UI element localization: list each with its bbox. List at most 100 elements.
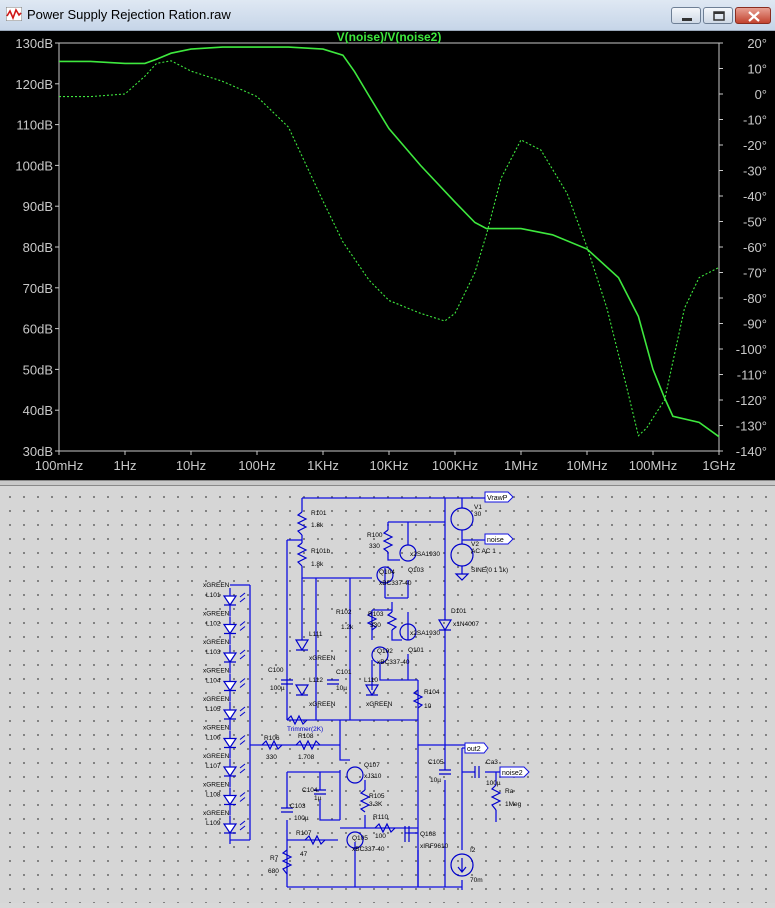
magnitude-trace[interactable] <box>59 47 719 437</box>
component-r105[interactable]: R1053.3K <box>369 793 385 808</box>
waveform-plot-pane[interactable]: V(noise)/V(noise2) 130dB120dB110dB100dB9… <box>0 31 775 480</box>
component-r101b[interactable]: R101b1.8k <box>311 548 331 568</box>
phase-trace[interactable] <box>59 61 719 436</box>
component-value: 330 <box>369 543 380 550</box>
component-i2[interactable]: I270m <box>470 847 483 884</box>
net-vrawp[interactable]: VrawP <box>487 495 508 502</box>
right-tick-label: 0° <box>755 87 767 102</box>
component-r103[interactable]: R103330 <box>368 611 384 629</box>
component-ref: C101 <box>336 669 352 676</box>
light-arrows-icon <box>240 679 245 688</box>
component-r102[interactable]: R1021.2k <box>336 609 354 631</box>
component-r107[interactable]: R10747 <box>296 830 312 858</box>
component-ca3[interactable]: Ca3 100µ <box>486 759 501 787</box>
x-axis[interactable]: 100mHz1Hz10Hz100Hz1KHz10KHz100KHz1MHz10M… <box>35 451 736 473</box>
window-titlebar[interactable]: Power Supply Rejection Ration.raw <box>0 0 775 31</box>
x-tick-label: 1MHz <box>504 458 538 473</box>
component-value: xBC337-40 <box>377 659 410 666</box>
component-q107[interactable]: Q107xJ310 <box>364 762 382 780</box>
maximize-button[interactable] <box>703 7 733 24</box>
bode-plot[interactable]: V(noise)/V(noise2) 130dB120dB110dB100dB9… <box>0 31 775 480</box>
light-arrows-icon <box>240 821 245 830</box>
component-value: 1.708 <box>298 754 315 761</box>
right-tick-label: -100° <box>736 342 767 357</box>
component-value: xBC337-40 <box>379 580 412 587</box>
led-value: xGREEN <box>203 668 230 675</box>
schematic-canvas[interactable]: xGREENL101xGREENL102xGREENL103xGREENL104… <box>0 486 775 903</box>
schematic-pane[interactable]: xGREENL101xGREENL102xGREENL103xGREENL104… <box>0 486 775 903</box>
component-q103[interactable]: Q103x2SA1930 <box>408 551 440 574</box>
led-icon <box>224 596 236 605</box>
right-tick-label: -10° <box>743 113 767 128</box>
component-ref: V1 <box>474 504 482 511</box>
led-l109[interactable]: xGREENL109 <box>203 810 245 844</box>
net-noise2[interactable]: noise2 <box>502 770 523 777</box>
component-value: xJ310 <box>364 773 382 780</box>
led-string[interactable]: xGREENL101xGREENL102xGREENL103xGREENL104… <box>203 582 245 844</box>
minimize-button[interactable] <box>671 7 701 24</box>
x-tick-label: 10Hz <box>176 458 206 473</box>
net-noise[interactable]: noise <box>487 537 504 544</box>
component-q108[interactable]: Q108xIRF9610 <box>420 831 449 850</box>
net-flags[interactable]: VrawP noise out2 noise2 <box>465 492 529 777</box>
component-l112[interactable]: L112xGREEN <box>309 677 336 708</box>
component-ref: R104 <box>424 689 440 696</box>
component-r7[interactable]: R7680 <box>268 855 279 875</box>
component-l111[interactable]: L111xGREEN <box>309 631 336 662</box>
right-tick-label: 20° <box>747 36 767 51</box>
right-axis[interactable]: 20°10°0°-10°-20°-30°-40°-50°-60°-70°-80°… <box>719 36 767 459</box>
component-value: xGREEN <box>309 655 336 662</box>
left-tick-label: 100dB <box>15 158 53 173</box>
component-ref: Ra <box>505 788 514 795</box>
component-v1[interactable]: V130 <box>474 504 482 518</box>
led-icon <box>224 710 236 719</box>
component-q104[interactable]: Q104xBC337-40 <box>379 569 412 587</box>
component-q101[interactable]: Q101x2SA1930 <box>408 630 440 654</box>
component-ref: Q103 <box>408 567 424 574</box>
component-value: 100µ <box>294 815 309 822</box>
plot-frame <box>59 43 719 451</box>
plot-traces <box>59 47 719 437</box>
component-q102[interactable]: Q102xBC337-40 <box>377 648 410 666</box>
component-ref: C100 <box>268 667 284 674</box>
component-value: 1.2k <box>341 624 354 631</box>
component-ref: L112 <box>309 677 323 684</box>
light-arrows-icon <box>240 593 245 602</box>
component-value: 70m <box>470 877 483 884</box>
led-ref: L105 <box>206 706 221 713</box>
close-icon <box>736 8 772 25</box>
component-r101[interactable]: R1011.8k <box>311 510 327 529</box>
component-value: xBC337-40 <box>352 846 385 853</box>
light-arrows-icon <box>240 736 245 745</box>
component-value: 10 <box>424 703 432 710</box>
left-axis[interactable]: 130dB120dB110dB100dB90dB80dB70dB60dB50dB… <box>15 36 59 459</box>
component-value: 1Meg <box>505 801 522 808</box>
trimmer-label[interactable]: Trimmer(2K) <box>287 726 323 733</box>
component-value: 47 <box>300 851 308 858</box>
component-l110[interactable]: L110xGREEN <box>364 677 393 708</box>
component-r104[interactable]: R104 10 <box>424 689 440 710</box>
left-tick-label: 130dB <box>15 36 53 51</box>
component-c104[interactable]: C1041µ <box>302 787 322 802</box>
net-out2[interactable]: out2 <box>467 746 481 753</box>
led-value: xGREEN <box>203 639 230 646</box>
light-arrows-icon <box>240 793 245 802</box>
component-value: 1.8k <box>311 522 324 529</box>
x-tick-label: 10MHz <box>566 458 607 473</box>
component-ra[interactable]: Ra 1Meg <box>505 788 522 808</box>
component-r100[interactable]: R100330 <box>367 532 383 550</box>
close-button[interactable] <box>735 7 771 24</box>
component-d101[interactable]: D101x1N4007 <box>451 608 479 628</box>
led-value: xGREEN <box>203 782 230 789</box>
component-c105[interactable]: C10510µ <box>428 759 444 784</box>
right-tick-label: -130° <box>736 419 767 434</box>
component-value: 100µ <box>486 780 501 787</box>
component-ref: Ca3 <box>486 759 498 766</box>
x-tick-label: 100mHz <box>35 458 83 473</box>
component-r108[interactable]: R1081.708 <box>298 733 315 761</box>
component-v2[interactable]: V2AC AC 1SINE(0 1 1k) <box>471 541 508 574</box>
component-ref: C105 <box>428 759 444 766</box>
component-ref: Q105 <box>352 835 368 842</box>
trace-label[interactable]: V(noise)/V(noise2) <box>337 31 442 44</box>
component-value: 1µ <box>314 795 322 802</box>
